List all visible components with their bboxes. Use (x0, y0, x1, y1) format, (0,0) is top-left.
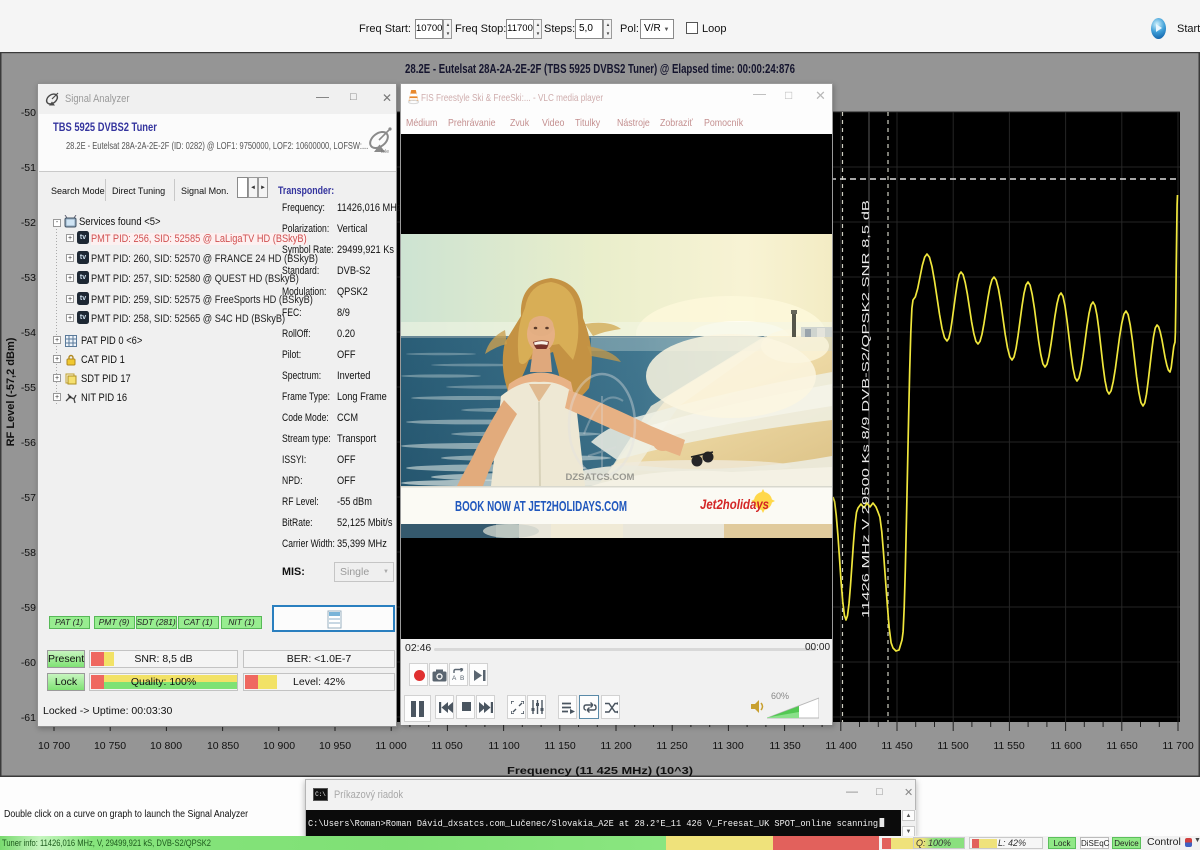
svg-text:DZSATCS.COM: DZSATCS.COM (566, 472, 635, 483)
svg-text:-51: -51 (21, 162, 36, 174)
svg-text:11 100: 11 100 (488, 740, 519, 752)
svg-text:-56: -56 (21, 437, 36, 449)
svg-text:11 050: 11 050 (431, 740, 462, 752)
svg-text:BOOK NOW AT JET2HOLIDAYS.COM: BOOK NOW AT JET2HOLIDAYS.COM (455, 498, 627, 515)
svg-text:B: B (460, 675, 464, 682)
svg-text:-58: -58 (21, 547, 36, 559)
svg-text:11 200: 11 200 (600, 740, 631, 752)
svg-text:-59: -59 (21, 602, 36, 614)
svg-text:-52: -52 (21, 217, 36, 229)
svg-text:11 150: 11 150 (544, 740, 575, 752)
svg-text:Frequency (11 425 MHz) (10^3): Frequency (11 425 MHz) (10^3) (507, 765, 693, 777)
svg-text:-60: -60 (21, 657, 36, 669)
svg-text:-61: -61 (21, 712, 36, 724)
svg-text:11 650: 11 650 (1106, 740, 1137, 752)
svg-text:10 900: 10 900 (263, 740, 295, 752)
svg-text:11 000: 11 000 (375, 740, 406, 752)
svg-text:11 400: 11 400 (825, 740, 856, 752)
svg-text:-53: -53 (21, 272, 36, 284)
svg-text:Jet2holidays: Jet2holidays (700, 496, 769, 512)
svg-text:11 250: 11 250 (656, 740, 687, 752)
svg-text:-54: -54 (21, 327, 36, 339)
svg-text:11 500: 11 500 (937, 740, 968, 752)
svg-text:tele: tele (381, 149, 389, 154)
svg-text:10 850: 10 850 (207, 740, 239, 752)
svg-text:11 550: 11 550 (993, 740, 1024, 752)
svg-text:10 750: 10 750 (94, 740, 126, 752)
svg-text:10 800: 10 800 (150, 740, 182, 752)
svg-text:10 700: 10 700 (38, 740, 70, 752)
svg-text:11 300: 11 300 (712, 740, 743, 752)
svg-text:11 350: 11 350 (769, 740, 800, 752)
svg-text:11 700: 11 700 (1162, 740, 1193, 752)
svg-text:10 950: 10 950 (319, 740, 351, 752)
svg-text:11 450: 11 450 (881, 740, 912, 752)
svg-text:RF Level (-57,2 dBm): RF Level (-57,2 dBm) (5, 337, 17, 446)
svg-text:-55: -55 (21, 382, 36, 394)
svg-text:11 600: 11 600 (1050, 740, 1081, 752)
svg-text:11426 MHz V 29500 Ks 8/9 DVB-S: 11426 MHz V 29500 Ks 8/9 DVB-S2/QPSK2 SN… (860, 200, 872, 618)
svg-text:-57: -57 (21, 492, 36, 504)
svg-text:A: A (452, 675, 457, 682)
svg-text:-50: -50 (21, 107, 36, 119)
svg-text:28.2E - Eutelsat 28A-2A-2E-2F: 28.2E - Eutelsat 28A-2A-2E-2F (TBS 5925 … (405, 62, 795, 76)
